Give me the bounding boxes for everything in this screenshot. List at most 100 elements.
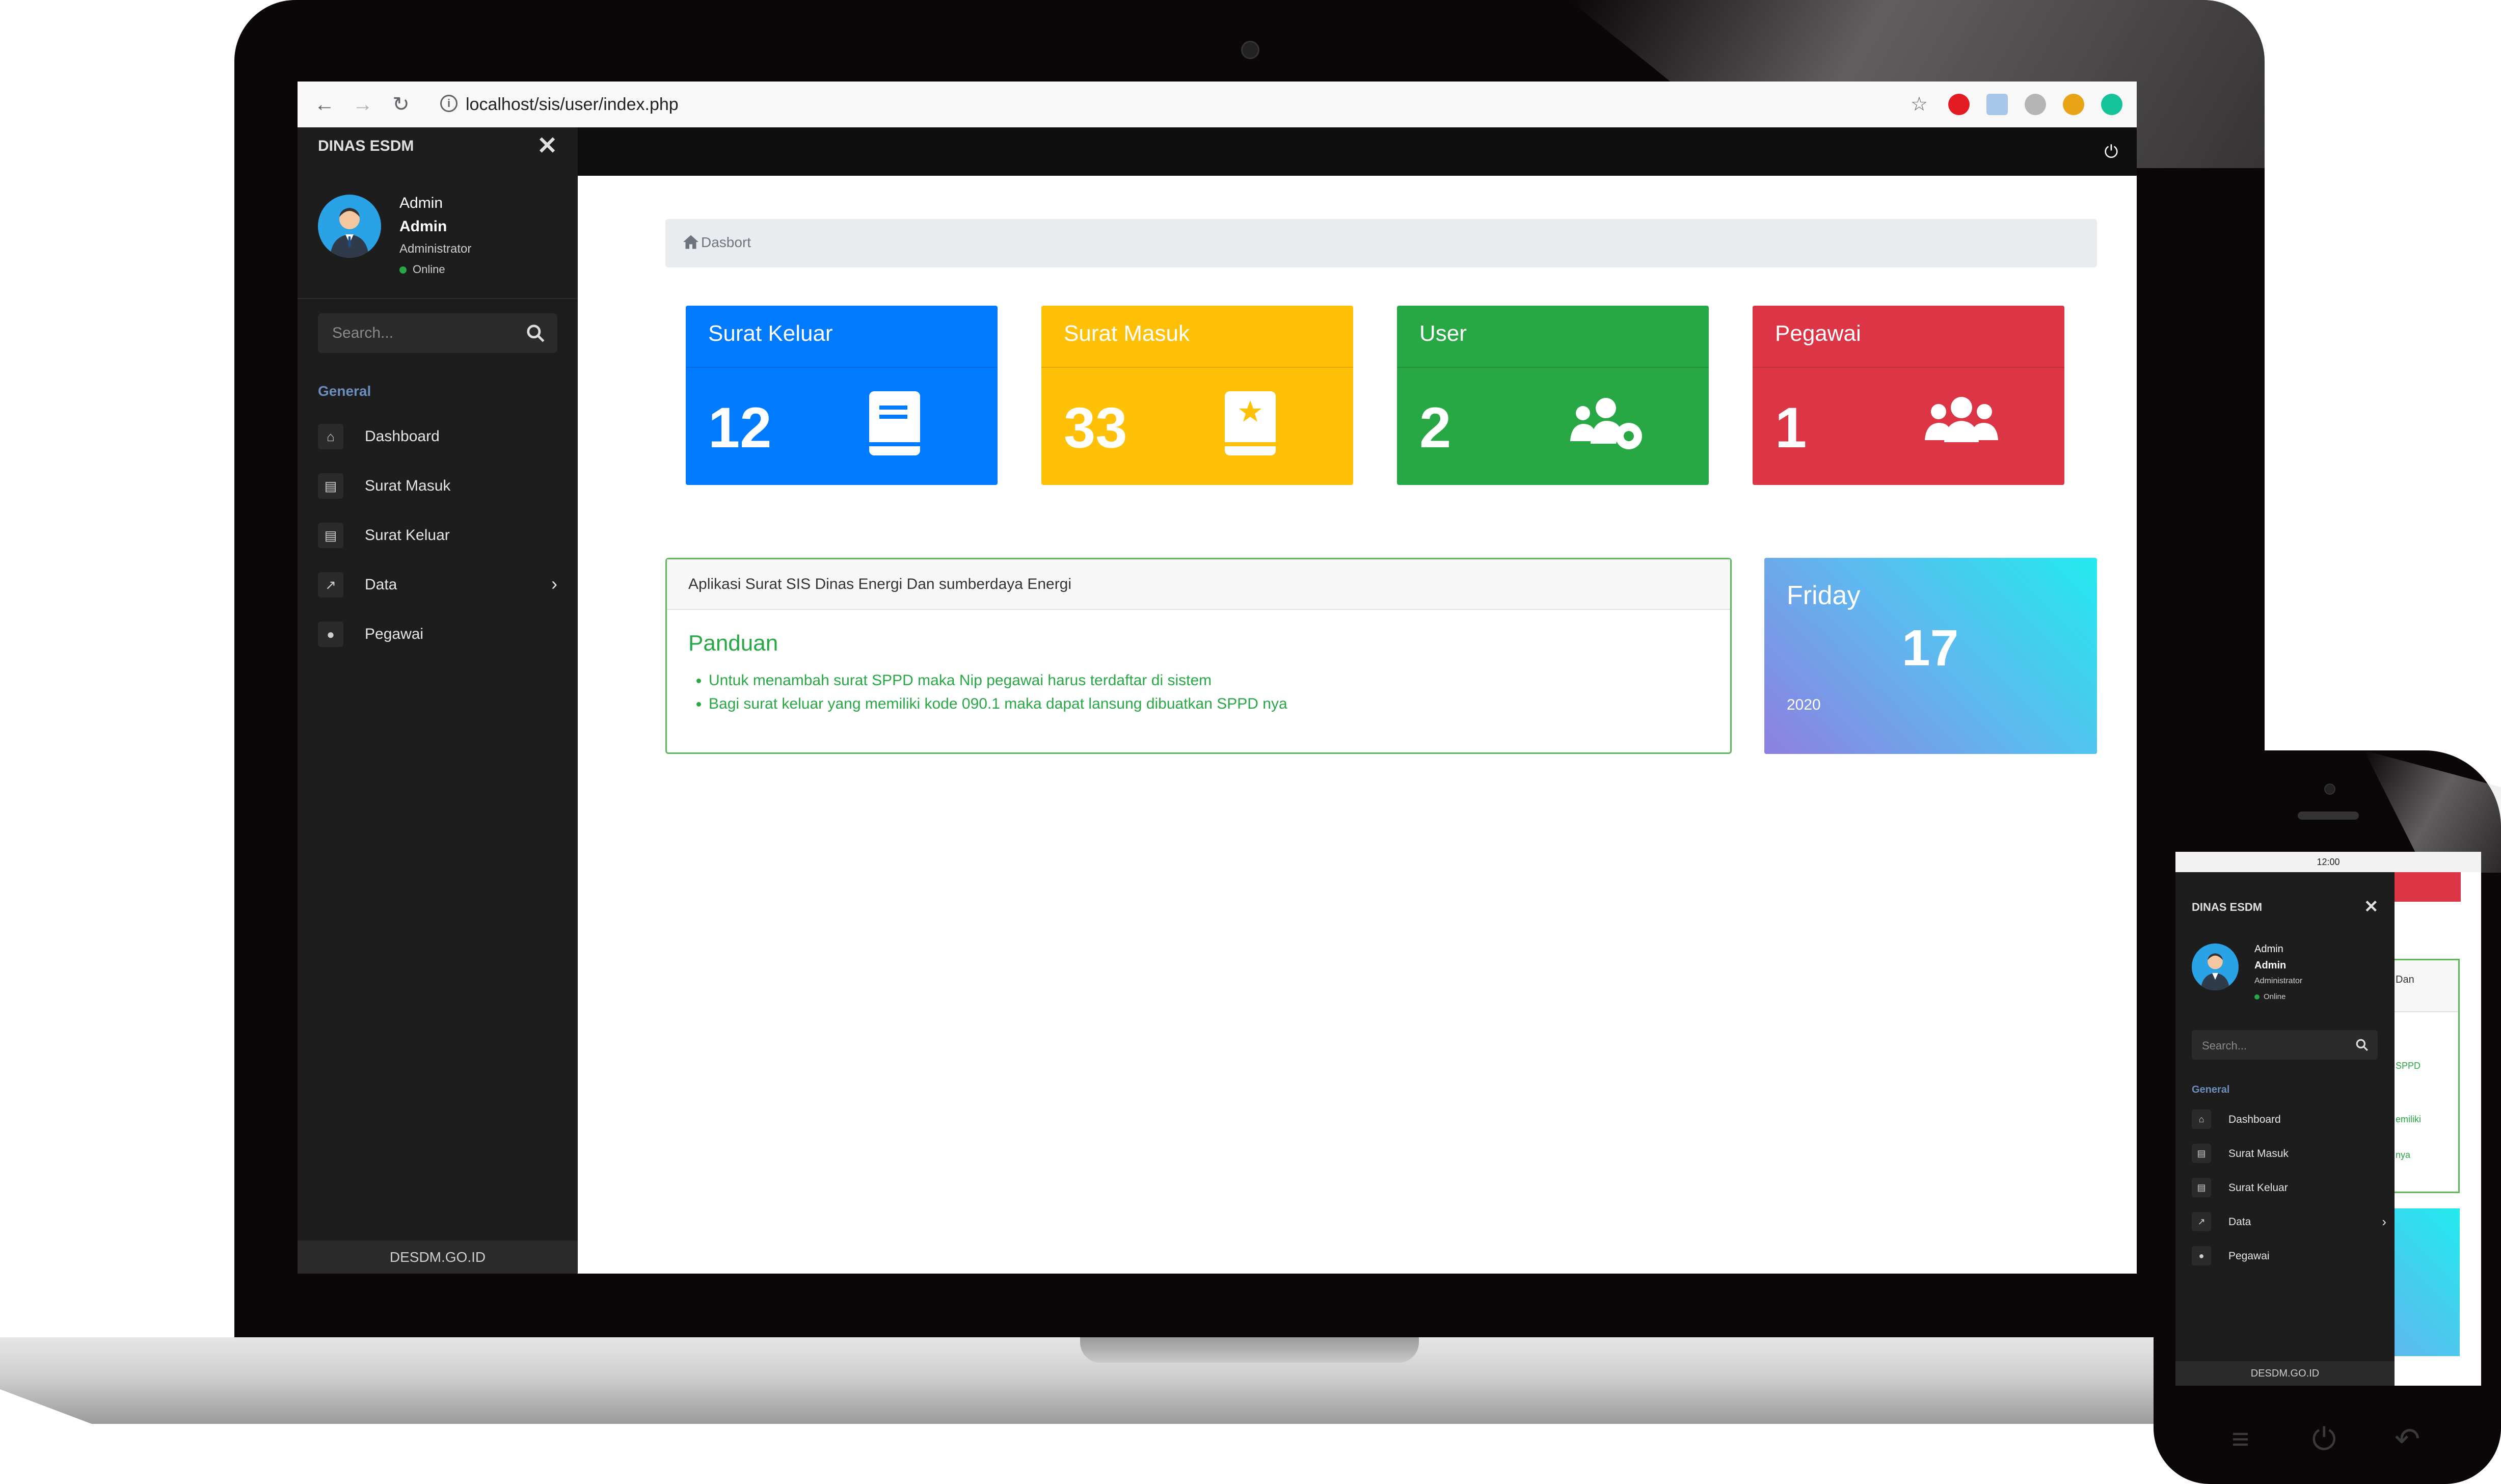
sidebar-item-data[interactable]: ↗ Data › [318, 566, 573, 602]
sidebar-item-label: Pegawai [2228, 1250, 2270, 1262]
stat-card-pegawai[interactable]: Pegawai 1 [1753, 306, 2064, 485]
extension-icon[interactable] [2063, 94, 2084, 115]
phone-camera [2324, 784, 2335, 795]
card-value: 2 [1419, 396, 1451, 460]
chevron-right-icon: › [2382, 1214, 2386, 1229]
date-card: Friday 17 2020 [1764, 558, 2097, 754]
guide-list: Untuk menambah surat SPPD maka Nip pegaw… [688, 669, 1287, 716]
users-icon: ● [318, 622, 343, 647]
breadcrumb-item[interactable]: Dasbort [701, 234, 751, 251]
stat-card-surat-masuk[interactable]: Surat Masuk 33 [1041, 306, 1353, 485]
card-value: 1 [1775, 396, 1807, 460]
card-title: Surat Keluar [708, 321, 833, 346]
sidebar-item-label: Surat Masuk [365, 477, 451, 494]
sidebar-item-surat-keluar[interactable]: ▤ Surat Keluar [318, 517, 573, 552]
stat-card-user[interactable]: User 2 [1397, 306, 1709, 485]
phone-sidebar: DINAS ESDM ✕ Admin Admin Administrator O… [2175, 872, 2395, 1386]
sidebar-item-label: Surat Masuk [2228, 1148, 2289, 1159]
sidebar-section-label: General [318, 383, 371, 399]
phone-speaker [2298, 812, 2359, 820]
bookmark-star-icon[interactable]: ☆ [1907, 93, 1931, 116]
user-name: Admin [399, 195, 443, 211]
phone-status-bar: 12:00 [2175, 852, 2481, 872]
search-icon[interactable] [526, 323, 545, 343]
stat-card-surat-keluar[interactable]: Surat Keluar 12 [686, 306, 998, 485]
users-cog-icon [1570, 398, 1642, 449]
close-icon[interactable]: ✕ [2364, 897, 2379, 917]
date-year: 2020 [1787, 696, 1821, 713]
address-bar[interactable]: localhost/sis/user/index.php [466, 92, 679, 117]
search-input[interactable]: Search... [2192, 1030, 2378, 1060]
extension-icon[interactable] [1986, 94, 2008, 115]
card-peek [2395, 872, 2461, 902]
sidebar-item-pegawai[interactable]: ● Pegawai [2192, 1243, 2390, 1269]
sidebar-item-label: Dashboard [2228, 1114, 2281, 1125]
date-number: 17 [1902, 619, 1959, 677]
list-item: Bagi surat keluar yang memiliki kode 090… [709, 692, 1287, 716]
reload-icon[interactable]: ↻ [389, 93, 413, 116]
sidebar-item-label: Data [2228, 1216, 2251, 1228]
sidebar-item-surat-keluar[interactable]: ▤ Surat Keluar [2192, 1175, 2390, 1200]
book-icon: ▤ [2192, 1178, 2211, 1197]
online-status-text: Online [413, 263, 445, 276]
sidebar-item-label: Data [365, 576, 397, 593]
laptop-screen: ← → ↻ i localhost/sis/user/index.php ☆ ⏻… [298, 82, 2137, 1274]
search-box [318, 313, 557, 353]
breadcrumb: Dasbort [665, 219, 2097, 267]
card-value: 12 [708, 396, 772, 460]
grammarly-extension-icon[interactable] [2101, 94, 2122, 115]
sidebar-item-data[interactable]: ↗ Data › [2192, 1209, 2390, 1234]
user-name-bold: Admin [399, 218, 447, 235]
sidebar-item-pegawai[interactable]: ● Pegawai [318, 615, 573, 651]
search-icon[interactable] [2355, 1038, 2369, 1051]
chart-icon: ↗ [2192, 1212, 2211, 1231]
back-icon[interactable]: ↶ [2395, 1421, 2420, 1457]
chevron-right-icon: › [551, 573, 557, 594]
phone-clock: 12:00 [2317, 857, 2340, 867]
card-title: User [1419, 321, 1467, 346]
search-placeholder: Search... [2202, 1039, 2247, 1052]
close-icon[interactable]: ✕ [537, 131, 557, 160]
peek-text: emiliki [2396, 1114, 2422, 1124]
laptop-camera [1241, 41, 1259, 59]
forward-icon[interactable]: → [351, 93, 374, 116]
menu-icon[interactable]: ≡ [2231, 1421, 2249, 1456]
browser-toolbar: ← → ↻ i localhost/sis/user/index.php ☆ [298, 82, 2137, 128]
panel-peek-header [2395, 960, 2458, 1012]
sidebar-item-surat-masuk[interactable]: ▤ Surat Masuk [318, 467, 573, 503]
sidebar-brand: DINAS ESDM [2192, 901, 2263, 913]
online-dot-icon [399, 266, 407, 274]
home-icon: ⌂ [318, 424, 343, 449]
book-icon: ▤ [318, 523, 343, 548]
sidebar-item-label: Dashboard [365, 428, 440, 445]
peek-text: nya [2396, 1150, 2411, 1160]
sidebar-item-dashboard[interactable]: ⌂ Dashboard [2192, 1107, 2390, 1132]
power-icon[interactable]: ⏻ [2312, 1421, 2336, 1457]
extension-icon[interactable] [2025, 94, 2046, 115]
info-panel-title: Aplikasi Surat SIS Dinas Energi Dan sumb… [688, 576, 1072, 592]
date-day: Friday [1787, 581, 1861, 610]
user-role: Administrator [399, 242, 472, 256]
card-title: Pegawai [1775, 321, 1861, 346]
sidebar [298, 127, 578, 1274]
book-icon [869, 391, 920, 455]
home-icon [683, 235, 698, 249]
online-dot-icon [2254, 994, 2260, 1000]
info-panel: Aplikasi Surat SIS Dinas Energi Dan sumb… [665, 558, 1732, 754]
opera-extension-icon[interactable] [1948, 94, 1970, 115]
book-star-icon [1225, 391, 1276, 455]
online-status: Online [399, 263, 445, 276]
book-icon: ▤ [2192, 1144, 2211, 1163]
sidebar-item-dashboard[interactable]: ⌂ Dashboard [318, 418, 573, 453]
sidebar-item-label: Surat Keluar [2228, 1182, 2288, 1194]
search-input[interactable] [318, 313, 522, 353]
sidebar-item-surat-masuk[interactable]: ▤ Surat Masuk [2192, 1141, 2390, 1166]
back-icon[interactable]: ← [313, 93, 336, 116]
sidebar-item-label: Pegawai [365, 626, 424, 642]
online-status: Online [2254, 992, 2285, 1001]
users-icon: ● [2192, 1246, 2211, 1265]
phone-screen: 12:00 Dan SPPD emiliki nya DINAS ESDM ✕ … [2175, 852, 2481, 1386]
site-info-icon[interactable]: i [440, 95, 458, 112]
power-icon[interactable]: ⏻ [2101, 142, 2121, 162]
home-icon: ⌂ [2192, 1110, 2211, 1129]
